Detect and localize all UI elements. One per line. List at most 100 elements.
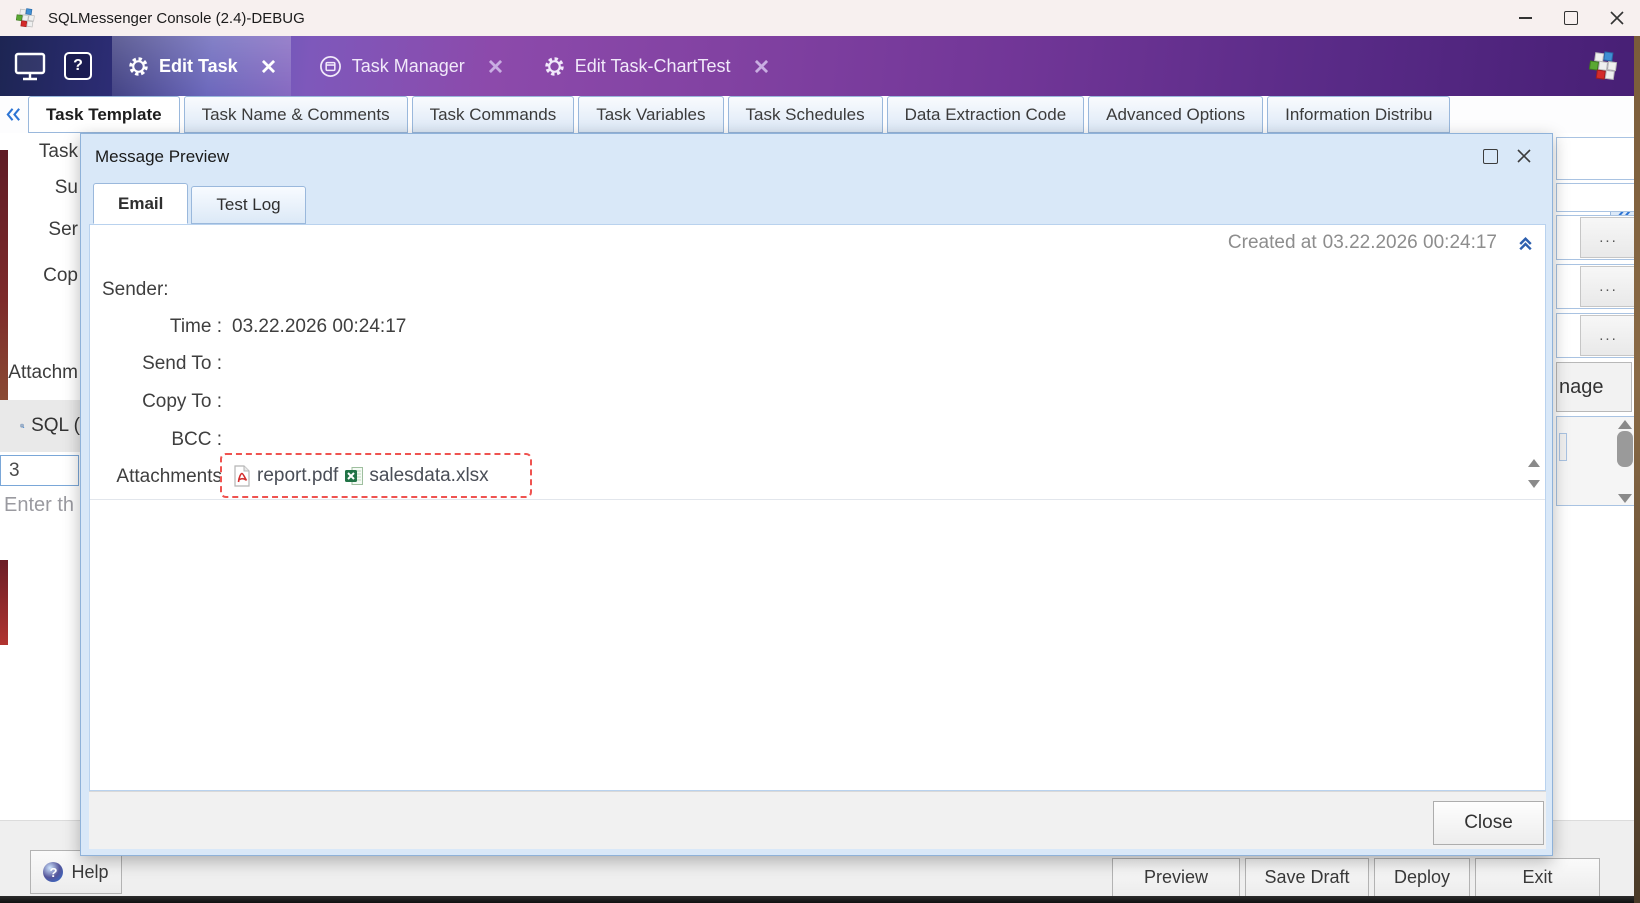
scroll-up-arrow[interactable] <box>1618 420 1632 429</box>
help-button-label: Help <box>71 862 108 883</box>
window-minimize-button[interactable] <box>1502 0 1548 36</box>
scrollbar-thumb[interactable] <box>1617 431 1633 467</box>
task-nav-strip: Task Template Task Name & Comments Task … <box>0 96 1640 133</box>
scroll-down-arrow[interactable] <box>1618 494 1632 503</box>
monitor-icon[interactable] <box>14 51 46 81</box>
tab-task-schedules[interactable]: Task Schedules <box>728 96 883 133</box>
attachment-report-pdf[interactable]: report.pdf <box>232 465 338 487</box>
excel-file-icon <box>344 466 364 486</box>
save-draft-button[interactable]: Save Draft <box>1245 858 1369 897</box>
attachment-name: salesdata.xlsx <box>369 465 488 487</box>
exit-button[interactable]: Exit <box>1475 858 1600 897</box>
dialog-title: Message Preview <box>95 147 229 167</box>
doc-tab-task-manager[interactable]: Task Manager <box>303 36 518 96</box>
dialog-maximize-button[interactable] <box>1476 142 1504 170</box>
sender-label: Sender: <box>102 279 169 301</box>
count-value: 3 <box>9 460 20 482</box>
browse-button[interactable]: ... <box>1580 266 1637 307</box>
pdf-file-icon <box>232 465 252 487</box>
tab-task-template[interactable]: Task Template <box>28 96 180 133</box>
close-icon <box>1516 148 1532 164</box>
window-bottom-edge <box>0 896 1640 903</box>
close-button[interactable]: Close <box>1433 801 1544 845</box>
bg-field-row: ... <box>1556 215 1638 260</box>
tab-information-distribution[interactable]: Information Distribu <box>1267 96 1450 133</box>
window-title: SQLMessenger Console (2.4)-DEBUG <box>48 10 305 27</box>
tab-task-name-comments[interactable]: Task Name & Comments <box>184 96 408 133</box>
tab-close-icon[interactable] <box>755 60 768 73</box>
preview-button[interactable]: Preview <box>1112 858 1240 897</box>
maximize-icon <box>1564 11 1578 25</box>
app-cubes-logo-icon <box>1586 36 1640 96</box>
task-manager-icon <box>319 55 342 78</box>
header-body-divider <box>90 499 1545 500</box>
database-icon <box>20 416 25 436</box>
browse-button[interactable]: ... <box>1580 315 1637 356</box>
help-button[interactable]: ? Help <box>30 850 122 894</box>
attachment-list-panel <box>1556 416 1640 506</box>
tab-close-icon[interactable] <box>489 60 502 73</box>
spinner-down-arrow[interactable] <box>1528 480 1540 488</box>
bg-label-task: Task <box>0 141 78 163</box>
tab-task-commands[interactable]: Task Commands <box>412 96 575 133</box>
tab-close-icon[interactable] <box>262 60 275 73</box>
send-to-label: Send To : <box>102 353 222 375</box>
tab-test-log[interactable]: Test Log <box>191 186 305 224</box>
minimize-icon <box>1519 17 1532 19</box>
created-at-label: Created at <box>1228 232 1317 254</box>
scroll-tabs-left-button[interactable] <box>2 96 25 133</box>
desktop-edge-strip <box>1634 36 1640 903</box>
sql-command-section: SQL ( <box>0 400 80 452</box>
chevron-double-left-icon <box>5 106 22 123</box>
bg-field-row: ... <box>1556 313 1638 358</box>
gear-icon <box>544 56 565 77</box>
manage-button-label: nage <box>1559 376 1604 399</box>
window-close-button[interactable] <box>1594 0 1640 36</box>
tab-advanced-options[interactable]: Advanced Options <box>1088 96 1263 133</box>
bg-label-send: Ser <box>0 219 78 241</box>
bg-field-box[interactable] <box>1556 183 1638 212</box>
created-at-value: 03.22.2026 00:24:17 <box>1323 232 1497 254</box>
attachment-salesdata-xlsx[interactable]: salesdata.xlsx <box>344 465 488 487</box>
doc-tab-label: Edit Task-ChartTest <box>575 56 731 77</box>
spinner-up-arrow[interactable] <box>1528 459 1540 467</box>
comment-input-placeholder[interactable]: Enter th <box>4 494 74 517</box>
collapse-header-button[interactable] <box>1516 234 1535 253</box>
gear-icon <box>128 56 149 77</box>
tab-email[interactable]: Email <box>93 183 188 224</box>
tab-data-extraction-code[interactable]: Data Extraction Code <box>887 96 1085 133</box>
window-titlebar: SQLMessenger Console (2.4)-DEBUG <box>0 0 1640 36</box>
sql-section-label: SQL ( <box>31 415 80 437</box>
dialog-titlebar[interactable]: Message Preview <box>81 134 1552 180</box>
maximize-icon <box>1483 149 1498 164</box>
email-preview-pane: Created at 03.22.2026 00:24:17 Sender: T… <box>89 224 1546 791</box>
manage-button[interactable]: nage <box>1556 362 1632 412</box>
background-image-sliver <box>0 560 8 645</box>
browse-button[interactable]: ... <box>1580 217 1637 258</box>
doc-tab-edit-task[interactable]: Edit Task <box>112 36 291 96</box>
attachments-label: Attachments <box>102 466 222 488</box>
bg-field-box[interactable] <box>1556 137 1638 180</box>
dialog-close-button[interactable] <box>1510 142 1538 170</box>
count-input[interactable]: 3 <box>0 455 79 486</box>
bg-label-attachments: Attachm <box>0 362 78 384</box>
doc-tab-edit-task-charttest[interactable]: Edit Task-ChartTest <box>528 36 784 96</box>
window-maximize-button[interactable] <box>1548 0 1594 36</box>
attachments-highlight-box: report.pdf salesdata.xlsx <box>220 453 532 498</box>
chevron-double-up-icon <box>1516 234 1535 253</box>
bg-field-row: ... <box>1556 264 1638 309</box>
help-circle-icon: ? <box>43 862 63 882</box>
doc-tab-label: Task Manager <box>352 56 465 77</box>
created-at-row: Created at 03.22.2026 00:24:17 <box>1228 232 1497 254</box>
deploy-button[interactable]: Deploy <box>1374 858 1470 897</box>
document-tab-bar: ? Edit Task Task Manager Edit Task-Chart… <box>0 36 1640 96</box>
copy-to-label: Copy To : <box>102 391 222 413</box>
time-label: Time : <box>102 316 222 338</box>
help-icon[interactable]: ? <box>64 52 92 80</box>
doc-tab-label: Edit Task <box>159 56 238 77</box>
attachment-name: report.pdf <box>257 465 338 487</box>
app-logo-icon <box>14 6 38 30</box>
tab-task-variables[interactable]: Task Variables <box>578 96 723 133</box>
panel-notch <box>1559 433 1567 461</box>
bg-label-copy: Cop <box>0 265 78 287</box>
